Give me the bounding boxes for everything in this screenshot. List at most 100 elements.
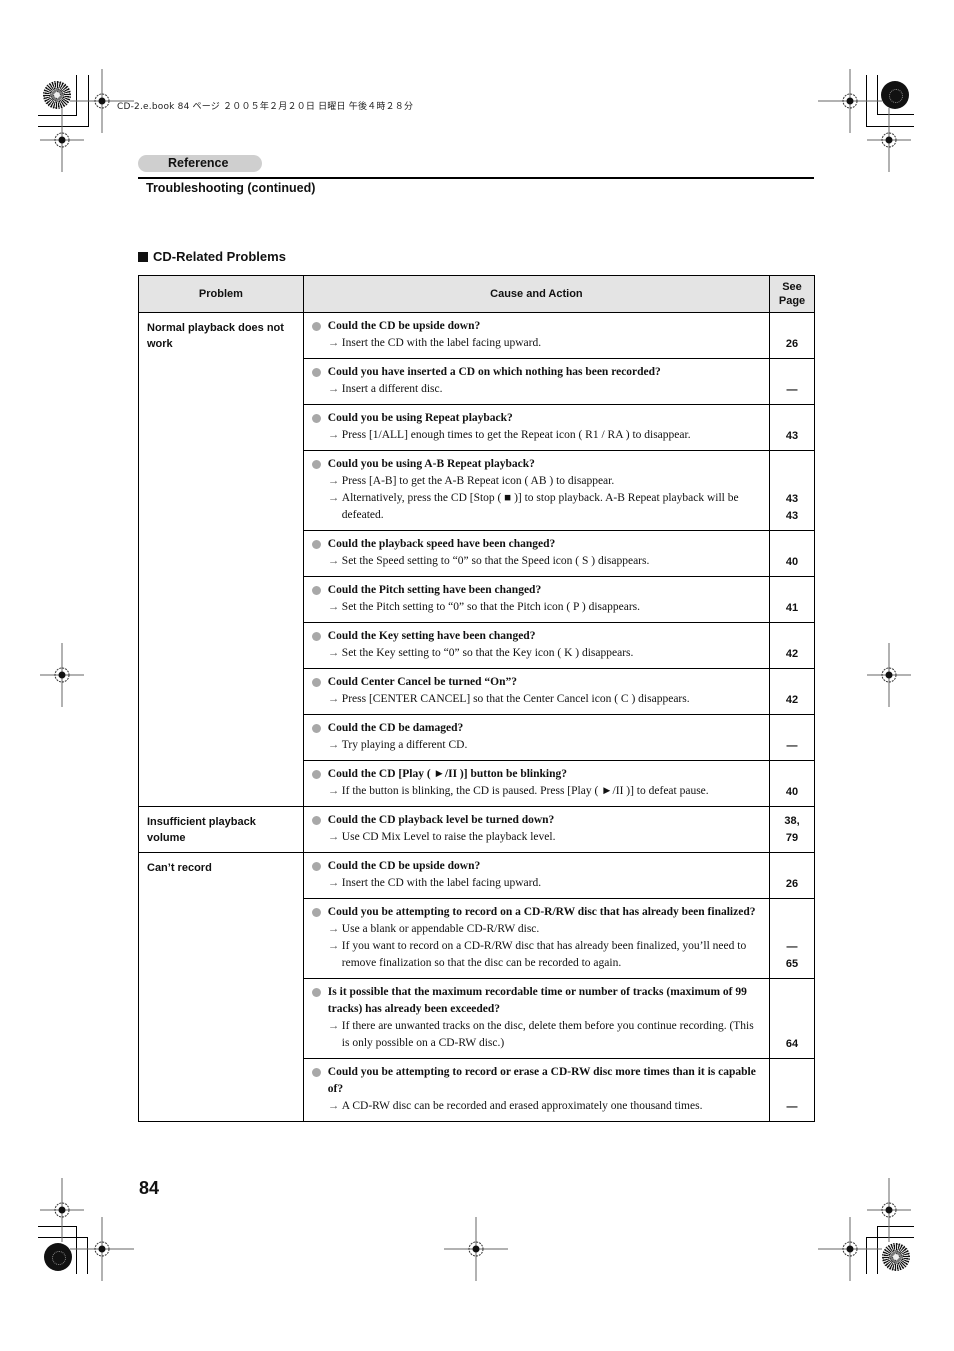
action: → Set the Key setting to “0” so that the …: [312, 645, 761, 662]
bullet-dot-icon: [311, 988, 321, 997]
arrow-right-icon: →: [327, 647, 340, 659]
column-header-see-page: See Page: [769, 275, 815, 313]
page-reference: 65: [785, 958, 799, 970]
problem-cell: Insufficient playback volume: [138, 806, 304, 853]
arrow-right-icon: →: [327, 492, 340, 504]
see-page-cell: 26: [769, 852, 815, 899]
see-page-cell: —: [769, 714, 815, 761]
question: Could the CD [Play ( ►/II )] button be b…: [311, 766, 761, 783]
page-reference: 42: [785, 694, 799, 706]
crosshair-icon: [818, 1217, 882, 1281]
arrow-right-icon: →: [327, 739, 340, 751]
bullet-dot-icon: [311, 414, 321, 423]
page-reference: 40: [785, 786, 799, 798]
table-row: Normal playback does not work Could the C…: [138, 312, 815, 807]
page-reference: 38,: [784, 815, 800, 827]
table-header-row: Problem Cause and Action See Page: [138, 275, 815, 313]
question-text: Could the CD [Play ( ►/II )] button be b…: [327, 768, 567, 780]
problem-cell: Normal playback does not work: [138, 312, 304, 807]
action: → Press [A-B] to get the A-B Repeat icon …: [312, 473, 761, 490]
cause-cell: Could the playback speed have been chang…: [302, 530, 771, 577]
section-subtitle: Troubleshooting (continued): [146, 181, 316, 195]
question: Could the CD be upside down?: [311, 858, 761, 875]
see-page-cell: 42: [769, 622, 815, 669]
question: Could the Key setting have been changed?: [311, 628, 761, 645]
arrow-right-icon: →: [327, 475, 340, 487]
question-text: Could the CD be damaged?: [327, 722, 464, 734]
cause-cell: Could you have inserted a CD on which no…: [302, 358, 771, 405]
question: Could you have inserted a CD on which no…: [311, 364, 761, 381]
arrow-right-icon: →: [327, 923, 340, 935]
action: → Press [1/ALL] enough times to get the R…: [312, 427, 761, 444]
question-text: Could the Key setting have been changed?: [327, 630, 536, 642]
see-page-label-line: See: [782, 281, 802, 293]
cause-cell: Could the CD be upside down? → Insert the …: [302, 312, 771, 359]
arrow-right-icon: →: [327, 940, 340, 952]
question-text: Could you be using A-B Repeat playback?: [327, 458, 535, 470]
see-page-cell: —: [769, 1058, 815, 1122]
section-title-text: CD-Related Problems: [153, 249, 286, 264]
arrow-right-icon: →: [327, 785, 340, 797]
page-reference: 26: [785, 338, 799, 350]
action-text: Set the Speed setting to “0” so that the…: [341, 555, 650, 567]
page-reference: —: [786, 740, 798, 752]
arrow-right-icon: →: [327, 877, 340, 889]
cause-cell: Could the Key setting have been changed?…: [302, 622, 771, 669]
question: Could the Pitch setting have been change…: [311, 582, 761, 599]
page-reference: 26: [785, 878, 799, 890]
problem-cell: Can’t record: [138, 852, 304, 1122]
question-text: Could you be using Repeat playback?: [327, 412, 513, 424]
action-text: If there are unwanted tracks on the disc…: [341, 1020, 754, 1049]
see-page-label-line: Page: [778, 295, 806, 307]
action: → Set the Pitch setting to “0” so that th…: [312, 599, 761, 616]
table-row: Can’t record Could the CD be upside down?…: [138, 852, 815, 1122]
arrow-right-icon: →: [327, 555, 340, 567]
question: Could Center Cancel be turned “On”?: [311, 674, 761, 691]
page-reference: 42: [785, 648, 799, 660]
crosshair-icon: [40, 643, 84, 707]
bullet-dot-icon: [311, 632, 321, 641]
arrow-right-icon: →: [327, 831, 340, 843]
page-reference: 43: [785, 493, 799, 505]
see-page-cell: 38, 79: [769, 806, 815, 853]
action: → Press [CENTER CANCEL] so that the Cente…: [312, 691, 761, 708]
action-text: Use CD Mix Level to raise the playback l…: [341, 831, 556, 843]
question: Could the playback speed have been chang…: [311, 536, 761, 553]
bullet-dot-icon: [311, 862, 321, 871]
arrow-right-icon: →: [327, 1020, 340, 1032]
action-text: Insert the CD with the label facing upwa…: [341, 337, 542, 349]
crosshair-icon: [867, 643, 911, 707]
cause-cell: Could the Pitch setting have been change…: [302, 576, 771, 623]
cause-cell: Could you be attempting to record on a C…: [302, 898, 771, 979]
action-text: Insert a different disc.: [341, 383, 443, 395]
action-text: If the button is blinking, the CD is pau…: [341, 785, 709, 797]
question-text: Could you be attempting to record or era…: [327, 1066, 756, 1095]
arrow-right-icon: →: [327, 601, 340, 613]
troubleshooting-table: Problem Cause and Action See Page Normal …: [138, 275, 815, 1122]
arrow-right-icon: →: [327, 383, 340, 395]
registration-target-icon: [881, 81, 909, 109]
bullet-dot-icon: [311, 368, 321, 377]
cause-cell: Could you be attempting to record or era…: [302, 1058, 771, 1122]
page-number: 84: [139, 1178, 160, 1198]
question: Could the CD be damaged?: [311, 720, 761, 737]
page-reference: 41: [785, 602, 799, 614]
see-page-cell: 42: [769, 668, 815, 715]
action: → Alternatively, press the CD [Stop ( ■ )…: [312, 490, 761, 524]
bullet-dot-icon: [311, 678, 321, 687]
registration-target-icon: [44, 1243, 72, 1271]
action-text: Press [1/ALL] enough times to get the Re…: [341, 429, 691, 441]
action-text: Press [A-B] to get the A-B Repeat icon (…: [341, 475, 615, 487]
action: → A CD-RW disc can be recorded and erased…: [312, 1098, 761, 1115]
cause-cell: Could the CD playback level be turned do…: [302, 806, 771, 853]
see-page-cell: 43: [769, 404, 815, 451]
question-text: Is it possible that the maximum recordab…: [327, 986, 747, 1015]
action-text: A CD-RW disc can be recorded and erased …: [341, 1100, 703, 1112]
question-text: Could Center Cancel be turned “On”?: [327, 676, 518, 688]
see-page-cell: 41: [769, 576, 815, 623]
question: Could you be attempting to record on a C…: [311, 904, 761, 921]
bullet-dot-icon: [311, 724, 321, 733]
registration-target-icon: [43, 81, 71, 109]
see-page-cell: 43 43: [769, 450, 815, 531]
question: Could the CD be upside down?: [311, 318, 761, 335]
